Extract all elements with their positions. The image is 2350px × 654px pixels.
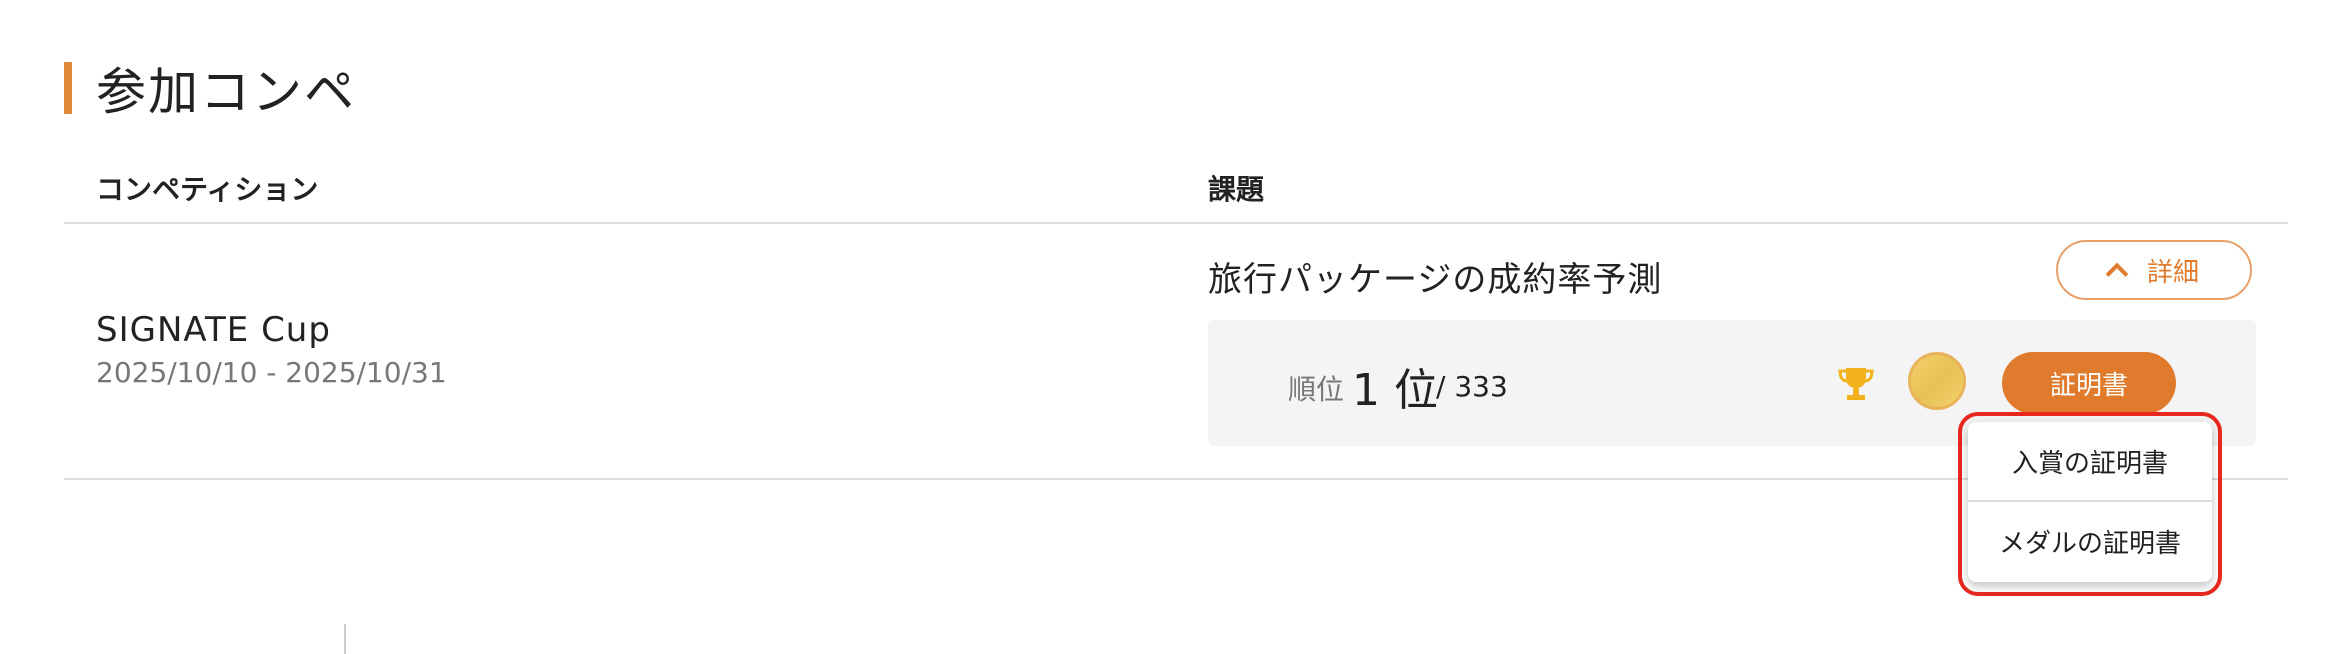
column-header-task: 課題	[1208, 173, 1265, 206]
certificate-button-label: 証明書	[2049, 370, 2128, 401]
task-title: 旅行パッケージの成約率予測	[1208, 260, 1663, 300]
rank-total: / 333	[1436, 370, 1508, 403]
competition-name: SIGNATE Cup	[96, 310, 331, 350]
menu-item-medal-certificate[interactable]: メダルの証明書	[1968, 502, 2212, 580]
certificate-dropdown-menu: 入賞の証明書 メダルの証明書	[1968, 422, 2212, 582]
rank-value: 1 位	[1352, 365, 1438, 416]
table-row-divider	[64, 478, 2288, 480]
footer-separator	[344, 624, 346, 654]
gold-medal-icon	[1908, 352, 1966, 410]
section-header: 参加コンペ	[64, 62, 356, 121]
column-header-competition: コンペティション	[96, 173, 319, 206]
competition-dates: 2025/10/10 - 2025/10/31	[96, 356, 447, 389]
section-accent-bar	[64, 62, 72, 114]
section-title: 参加コンペ	[96, 63, 356, 121]
rank-label: 順位	[1288, 373, 1345, 406]
menu-item-award-certificate[interactable]: 入賞の証明書	[1968, 422, 2212, 500]
certificate-button[interactable]: 証明書	[2002, 352, 2176, 414]
chevron-up-icon	[2105, 262, 2129, 286]
detail-toggle-button[interactable]: 詳細	[2056, 240, 2252, 300]
trophy-icon	[1838, 368, 1874, 400]
table-header-divider	[64, 222, 2288, 224]
detail-button-label: 詳細	[2146, 257, 2199, 288]
